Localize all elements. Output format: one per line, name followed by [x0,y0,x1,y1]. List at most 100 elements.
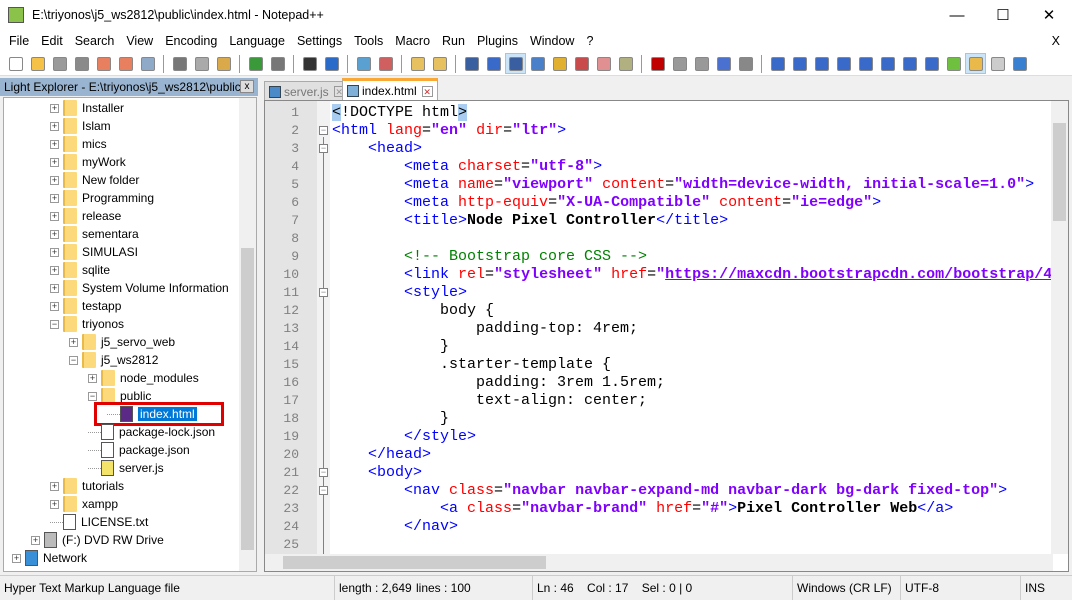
code-line[interactable]: <head> [332,140,422,158]
menu-file[interactable]: File [3,34,35,48]
fold-toggle-icon[interactable]: − [319,288,328,297]
tree-item[interactable]: + xampp [50,495,118,513]
menu-search[interactable]: Search [69,34,121,48]
copy-button[interactable] [192,54,211,73]
play-macro-button[interactable] [692,54,711,73]
menu-settings[interactable]: Settings [291,34,348,48]
code-line[interactable]: <!-- Bootstrap core CSS --> [332,248,647,266]
document-map-button[interactable] [550,54,569,73]
expand-toggle[interactable]: + [88,373,97,383]
code-line[interactable]: <html lang="en" dir="ltr"> [332,122,566,140]
horizontal-scrollbar-thumb[interactable] [283,556,546,569]
code-line[interactable]: <!DOCTYPE html> [332,104,468,122]
monitoring-button[interactable] [616,54,635,73]
stop-recording-button[interactable] [670,54,689,73]
replace-button[interactable] [322,54,341,73]
tree-item[interactable]: − j5_ws2812 [69,351,158,369]
tree-scrollbar-thumb[interactable] [241,248,254,550]
folder-as-workspace-button[interactable] [594,54,613,73]
editor-horizontal-scrollbar[interactable] [265,554,1053,571]
tree-item[interactable]: + testapp [50,297,121,315]
close-all-button[interactable] [116,54,135,73]
diff-bar-button[interactable] [922,54,941,73]
tree-item[interactable]: − triyonos [50,315,124,333]
editor-vertical-scrollbar[interactable] [1051,101,1068,554]
expand-toggle[interactable]: + [50,499,59,509]
compare-button[interactable] [790,54,809,73]
tree-item[interactable]: + SIMULASI [50,243,138,261]
panel-close-button[interactable]: x [240,80,254,93]
zoom-in-button[interactable] [354,54,373,73]
code-line[interactable]: padding-top: 4rem; [332,320,638,338]
expand-toggle[interactable]: + [50,211,59,221]
expand-toggle[interactable]: − [50,319,59,329]
next-diff-button[interactable] [878,54,897,73]
menu-plugins[interactable]: Plugins [471,34,524,48]
word-wrap-button[interactable] [462,54,481,73]
new-file-button[interactable] [6,54,25,73]
expand-toggle[interactable]: + [50,193,59,203]
print-button[interactable] [138,54,157,73]
tree-item[interactable]: + Islam [50,117,111,135]
expand-toggle[interactable]: − [69,355,78,365]
find-button[interactable] [300,54,319,73]
tree-item[interactable]: + node_modules [88,369,199,387]
paste-button[interactable] [214,54,233,73]
tree-item[interactable]: + tutorials [50,477,124,495]
cut-button[interactable] [170,54,189,73]
user-defined-language-button[interactable] [528,54,547,73]
code-line[interactable]: <meta http-equiv="X-UA-Compatible" conte… [332,194,881,212]
close-button[interactable] [94,54,113,73]
redo-button[interactable] [268,54,287,73]
expand-toggle[interactable]: + [50,301,59,311]
menu-window[interactable]: Window [524,34,580,48]
code-line[interactable]: <nav class="navbar navbar-expand-md navb… [332,482,1007,500]
fold-toggle-icon[interactable]: − [319,126,328,135]
light-explorer-button[interactable] [965,53,986,74]
tree-item[interactable]: + release [50,207,121,225]
last-diff-button[interactable] [900,54,919,73]
code-line[interactable]: </nav> [332,518,458,536]
tree-item[interactable]: + sqlite [50,261,110,279]
tree-item[interactable]: + myWork [50,153,126,171]
expand-toggle[interactable]: + [50,229,59,239]
code-line[interactable]: <style> [332,284,467,302]
indent-guide-button[interactable] [505,53,526,74]
expand-toggle[interactable]: − [88,391,97,401]
menu-help[interactable]: ? [580,34,599,48]
menu-run[interactable]: Run [436,34,471,48]
code-line[interactable]: body { [332,302,494,320]
code-line[interactable]: <meta charset="utf-8"> [332,158,602,176]
tree-item[interactable]: server.js [88,459,164,477]
code-line[interactable]: </head> [332,446,431,464]
save-button[interactable] [50,54,69,73]
expand-toggle[interactable]: + [69,337,78,347]
menu-macro[interactable]: Macro [389,34,436,48]
code-line[interactable]: } [332,410,449,428]
save-all-button[interactable] [72,54,91,73]
tree-item[interactable]: LICENSE.txt [50,513,148,531]
blocks-button[interactable] [944,54,963,73]
file-list-button[interactable] [988,54,1007,73]
show-all-characters-button[interactable] [484,54,503,73]
record-macro-button[interactable] [648,54,667,73]
save-macro-button[interactable] [736,54,755,73]
menu-view[interactable]: View [120,34,159,48]
code-line[interactable]: padding: 3rem 1.5rem; [332,374,665,392]
compare-clear-button[interactable] [812,54,831,73]
open-file-button[interactable] [28,54,47,73]
function-list-button[interactable] [572,54,591,73]
tree-item[interactable]: index.html [94,402,224,426]
tree-item[interactable]: + mics [50,135,107,153]
tree-item[interactable]: + Installer [50,99,124,117]
vertical-scrollbar-thumb[interactable] [1053,123,1066,221]
tree-item[interactable]: + sementara [50,225,139,243]
expand-toggle[interactable]: + [50,175,59,185]
fold-toggle-icon[interactable]: − [319,468,328,477]
code-line[interactable]: text-align: center; [332,392,647,410]
fold-toggle-icon[interactable]: − [319,144,328,153]
sync-vertical-button[interactable] [408,54,427,73]
tree-item[interactable]: + New folder [50,171,139,189]
maximize-button[interactable]: ☐ [980,0,1026,30]
expand-toggle[interactable]: + [12,553,21,563]
